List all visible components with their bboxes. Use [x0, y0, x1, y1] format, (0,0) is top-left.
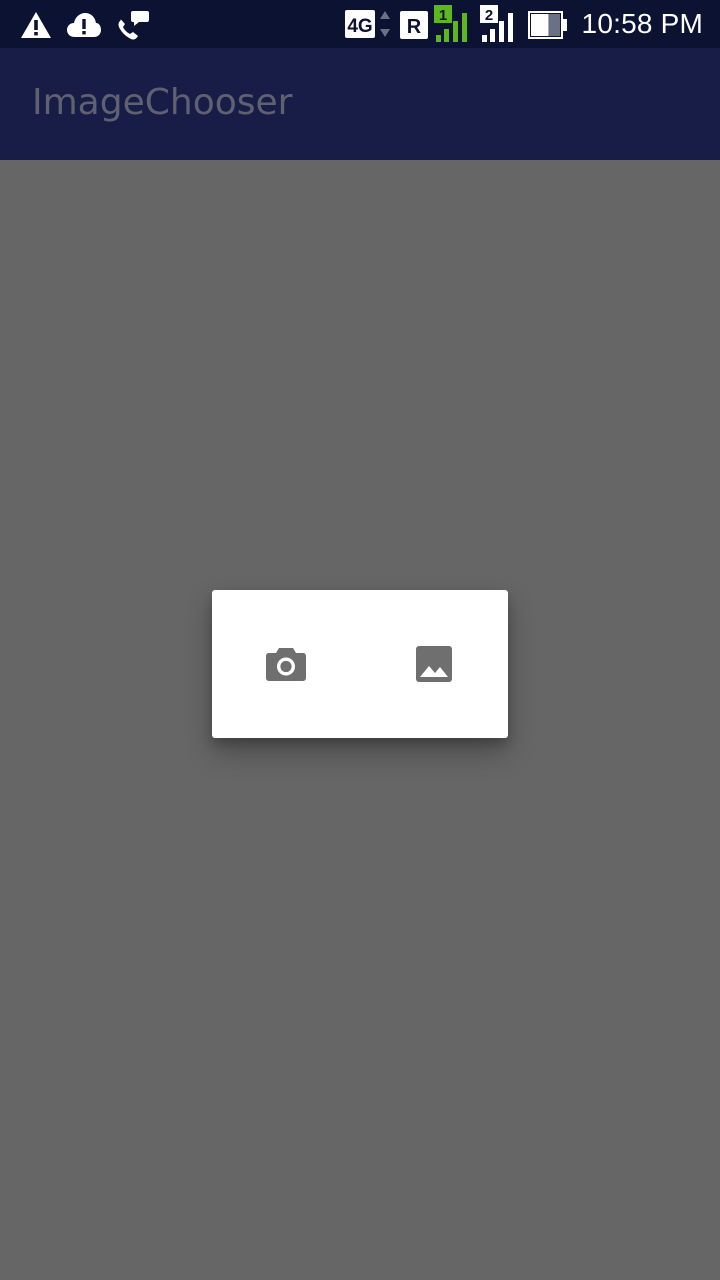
battery-fill	[531, 14, 549, 36]
status-bar: 4G R 1 2 10:58 PM	[0, 0, 720, 48]
lte-4g-icon: 4G	[345, 10, 390, 38]
cloud-alert-icon	[67, 13, 101, 37]
camera-option-button[interactable]	[212, 590, 360, 738]
image-icon	[416, 646, 452, 682]
warning-icon	[21, 12, 51, 38]
signal-sim2-icon: 2	[480, 5, 513, 42]
sim2-label: 2	[485, 7, 493, 24]
gallery-option-button[interactable]	[360, 590, 508, 738]
network-label: 4G	[347, 16, 372, 37]
status-time: 10:58 PM	[581, 8, 703, 39]
roaming-icon: R	[400, 11, 428, 39]
app-bar: ImageChooser	[0, 48, 720, 160]
battery-icon	[528, 11, 567, 39]
roaming-label: R	[407, 16, 422, 38]
call-chat-icon	[118, 11, 149, 40]
sim1-label: 1	[439, 7, 447, 24]
image-source-dialog	[212, 590, 508, 738]
camera-icon	[266, 648, 306, 681]
signal-sim1-icon: 1	[434, 5, 467, 42]
app-title: ImageChooser	[32, 82, 293, 123]
